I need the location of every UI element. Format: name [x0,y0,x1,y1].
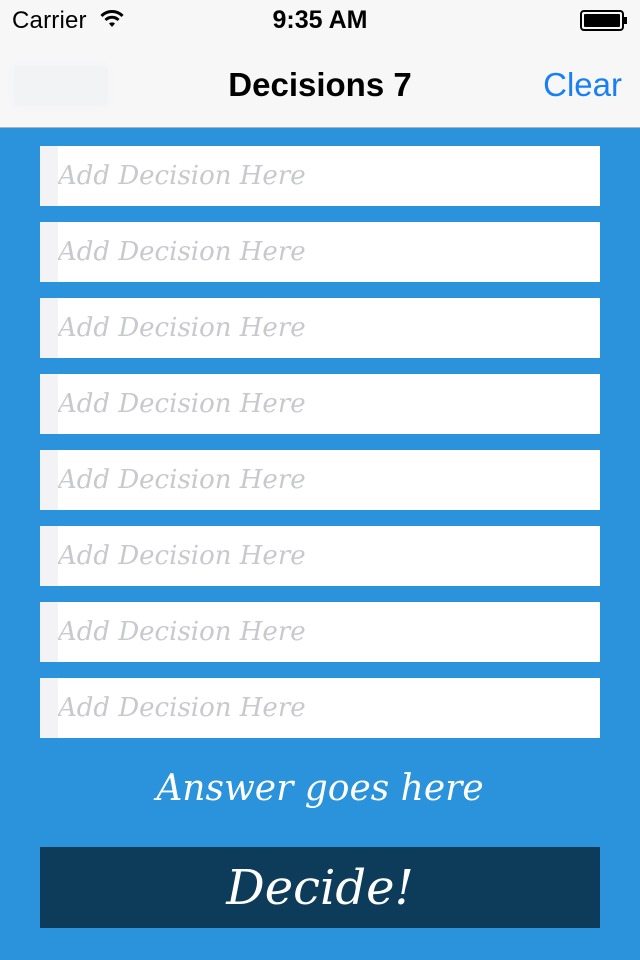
navigation-bar: Decisions 7 Clear [0,40,640,128]
field-edge [40,374,58,434]
decision-field-6 [40,526,600,586]
clear-button[interactable]: Clear [543,66,622,104]
decision-field-2 [40,222,600,282]
decision-input-2[interactable] [58,222,600,282]
field-edge [40,602,58,662]
field-edge [40,678,58,738]
field-edge [40,526,58,586]
decision-input-3[interactable] [58,298,600,358]
battery-icon [580,10,628,31]
field-edge [40,146,58,206]
decision-field-8 [40,678,600,738]
answer-label: Answer goes here [156,768,484,809]
decision-input-7[interactable] [58,602,600,662]
field-edge [40,222,58,282]
decision-input-6[interactable] [58,526,600,586]
decide-button[interactable]: Decide! [40,847,600,928]
decision-field-1 [40,146,600,206]
field-edge [40,298,58,358]
decision-form: Answer goes here Decide! [0,128,640,960]
status-bar: Carrier 9:35 AM [0,0,640,40]
status-time: 9:35 AM [272,6,368,34]
decision-input-8[interactable] [58,678,600,738]
decision-input-4[interactable] [58,374,600,434]
decision-input-5[interactable] [58,450,600,510]
decision-field-7 [40,602,600,662]
decision-field-5 [40,450,600,510]
decision-field-4 [40,374,600,434]
decision-input-1[interactable] [58,146,600,206]
field-edge [40,450,58,510]
decision-field-3 [40,298,600,358]
